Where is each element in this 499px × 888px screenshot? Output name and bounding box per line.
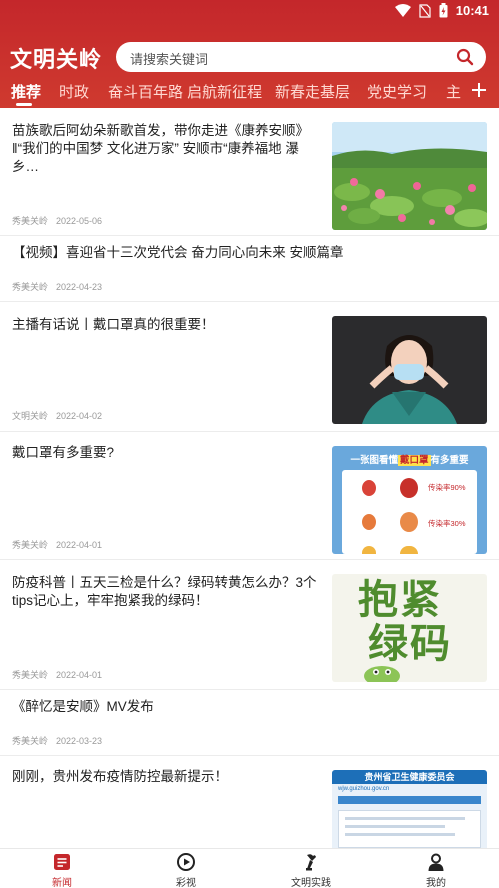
news-title[interactable]: 刚刚，贵州发布疫情防控最新提示！ xyxy=(12,768,322,786)
tab-centenary[interactable]: 奋斗百年路 启航新征程 xyxy=(108,81,262,102)
user-icon xyxy=(428,853,444,871)
nav-label: 我的 xyxy=(426,878,446,888)
news-source: 秀美关岭 xyxy=(12,540,49,550)
news-title[interactable]: 【视频】喜迎省十三次党代会 奋力同心向未来 安顺篇章 xyxy=(12,244,482,262)
news-date: 2022-04-23 xyxy=(56,282,103,292)
bottom-nav: 新闻 彩视 文明实践 我的 xyxy=(0,848,499,888)
news-icon xyxy=(54,854,70,870)
tab-spring-grassroots[interactable]: 新春走基层 xyxy=(275,81,350,102)
category-tabs: 推荐 时政 奋斗百年路 启航新征程 新春走基层 党史学习 主 xyxy=(0,78,499,108)
news-meta: 秀美关岭 2022-04-01 xyxy=(12,668,110,681)
person-orange-icon xyxy=(362,514,376,530)
news-item[interactable]: 戴口罩有多重要? 秀美关岭 2022-04-01 一张图看懂 戴口罩 有多重要 传染率… xyxy=(0,432,499,560)
news-source: 秀美关岭 xyxy=(12,216,49,226)
status-time: 10:41 xyxy=(455,3,489,18)
news-item[interactable]: 【视频】喜迎省十三次党代会 奋力同心向未来 安顺篇章 秀美关岭 2022-04-2… xyxy=(0,236,499,302)
website-banner-text: 贵州省卫生健康委员会 xyxy=(364,772,455,782)
news-item[interactable]: 《醉忆是安顺》MV发布 秀美关岭 2022-03-23 xyxy=(0,690,499,756)
text-line xyxy=(345,817,465,820)
app-title: 文明关岭 xyxy=(10,47,103,72)
news-title[interactable]: 防疫科普丨五天三检是什么？绿码转黄怎么办？3个tips记心上，牢牢抱紧我的绿码！ xyxy=(12,574,322,610)
news-meta: 秀美关岭 2022-04-23 xyxy=(12,280,110,293)
no-sim-icon xyxy=(419,3,431,18)
news-date: 2022-05-06 xyxy=(56,216,103,226)
news-item[interactable]: 刚刚，贵州发布疫情防控最新提示！ 贵州省卫生健康委员会 wjw.guizhou.… xyxy=(0,756,499,848)
nav-news[interactable]: 新闻 xyxy=(12,849,112,888)
news-thumbnail[interactable]: 抱紧 绿码 xyxy=(332,574,487,682)
nav-profile[interactable]: 我的 xyxy=(386,849,486,888)
torch-icon xyxy=(306,854,316,871)
news-item[interactable]: 防疫科普丨五天三检是什么？绿码转黄怎么办？3个tips记心上，牢牢抱紧我的绿码！… xyxy=(0,560,499,690)
search-icon[interactable] xyxy=(456,48,474,66)
app-header: 10:41 文明关岭 请搜索关键词 推荐 时政 奋斗百年路 启航新征程 新春走基… xyxy=(0,0,499,108)
news-item[interactable]: 苗族歌后阿幼朵新歌首发，带你走进《康养安顺》‖“我们的中国梦 文化进万家” 安顺… xyxy=(0,112,499,236)
news-thumbnail[interactable]: 贵州省卫生健康委员会 wjw.guizhou.gov.cn xyxy=(332,770,487,848)
website-nav-bar xyxy=(338,796,481,804)
news-date: 2022-04-01 xyxy=(56,670,103,680)
tab-recommend[interactable]: 推荐 xyxy=(11,81,41,102)
news-date: 2022-03-23 xyxy=(56,736,103,746)
news-source: 秀美关岭 xyxy=(12,736,49,746)
tab-party-history[interactable]: 党史学习 xyxy=(367,81,427,102)
infection-rate-30: 传染率30% xyxy=(428,519,466,528)
search-input[interactable]: 请搜索关键词 xyxy=(116,42,486,72)
lotus-pond-image xyxy=(332,122,487,230)
infection-rate-90: 传染率90% xyxy=(428,483,466,492)
nav-label: 文明实践 xyxy=(291,878,331,888)
play-icon xyxy=(177,853,195,871)
news-title[interactable]: 戴口罩有多重要? xyxy=(12,444,322,462)
tab-more-partial[interactable]: 主 xyxy=(446,81,461,102)
website-url: wjw.guizhou.gov.cn xyxy=(338,786,390,792)
news-thumbnail[interactable] xyxy=(332,316,487,424)
person-yellow-icon xyxy=(362,546,376,554)
nav-label: 彩视 xyxy=(176,878,196,888)
news-title[interactable]: 主播有话说丨戴口罩真的很重要！ xyxy=(12,316,322,334)
news-meta: 秀美关岭 2022-04-01 xyxy=(12,538,110,551)
nav-civilization-practice[interactable]: 文明实践 xyxy=(261,849,361,888)
status-bar: 10:41 xyxy=(0,0,499,22)
battery-icon xyxy=(439,3,448,18)
active-tab-indicator xyxy=(16,103,32,106)
nav-video[interactable]: 彩视 xyxy=(136,849,236,888)
person-yellow-icon xyxy=(400,546,418,554)
news-item[interactable]: 主播有话说丨戴口罩真的很重要！ 文明关岭 2022-04-02 xyxy=(0,302,499,432)
text-line xyxy=(345,825,445,828)
nav-label: 新闻 xyxy=(52,878,72,888)
infographic-panel: 传染率90% 传染率30% xyxy=(342,470,477,554)
news-title[interactable]: 《醉忆是安顺》MV发布 xyxy=(12,698,482,716)
search-placeholder: 请搜索关键词 xyxy=(130,52,209,67)
person-red-icon xyxy=(400,478,418,498)
add-channel-icon[interactable] xyxy=(469,80,489,100)
news-source: 秀美关岭 xyxy=(12,282,49,292)
news-thumbnail[interactable]: 一张图看懂 戴口罩 有多重要 传染率90% 传染率30% xyxy=(332,446,487,554)
news-source: 秀美关岭 xyxy=(12,670,49,680)
text-line xyxy=(345,833,455,836)
news-date: 2022-04-01 xyxy=(56,540,103,550)
status-icons: 10:41 xyxy=(394,3,489,18)
person-orange-icon xyxy=(400,512,418,532)
website-content-panel xyxy=(338,810,481,848)
anchor-with-mask-image xyxy=(332,316,487,424)
infographic-heading: 一张图看懂 戴口罩 有多重要 xyxy=(350,455,469,466)
person-red-icon xyxy=(362,480,376,496)
news-meta: 秀美关岭 2022-03-23 xyxy=(12,734,110,747)
news-meta: 文明关岭 2022-04-02 xyxy=(12,409,110,422)
green-code-slogan: 抱紧 绿码 xyxy=(358,578,452,666)
news-meta: 秀美关岭 2022-05-06 xyxy=(12,214,110,227)
tab-politics[interactable]: 时政 xyxy=(59,81,89,102)
news-source: 文明关岭 xyxy=(12,411,49,421)
news-title[interactable]: 苗族歌后阿幼朵新歌首发，带你走进《康养安顺》‖“我们的中国梦 文化进万家” 安顺… xyxy=(12,122,322,176)
cartoon-character-icon xyxy=(364,666,400,682)
news-date: 2022-04-02 xyxy=(56,411,103,421)
wifi-icon xyxy=(394,3,411,17)
news-thumbnail[interactable] xyxy=(332,122,487,230)
